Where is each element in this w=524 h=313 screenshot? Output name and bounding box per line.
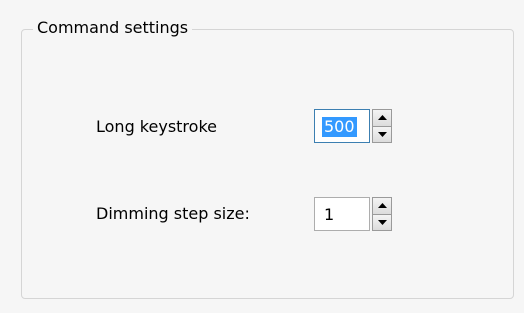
long-keystroke-spinbox: 500 [314,109,394,143]
command-settings-groupbox [21,29,514,299]
dimming-step-increment-button[interactable] [372,197,392,215]
settings-panel: Command settings Long keystroke 500 Dimm… [0,0,524,313]
dimming-step-decrement-button[interactable] [372,214,392,231]
dimming-step-spinbox: 1 [314,197,394,231]
long-keystroke-input[interactable]: 500 [314,109,370,143]
long-keystroke-decrement-button[interactable] [372,126,392,143]
dimming-step-spin-buttons [372,197,392,231]
arrow-down-icon [377,219,387,225]
dimming-step-label: Dimming step size: [96,204,250,223]
long-keystroke-spin-buttons [372,109,392,143]
arrow-up-icon [377,203,387,209]
long-keystroke-increment-button[interactable] [372,109,392,127]
long-keystroke-value: 500 [322,117,357,137]
long-keystroke-label: Long keystroke [96,117,217,136]
dimming-step-input[interactable]: 1 [314,197,370,231]
arrow-down-icon [377,131,387,137]
arrow-up-icon [377,115,387,121]
dimming-step-value: 1 [324,205,335,224]
groupbox-title: Command settings [33,17,193,39]
